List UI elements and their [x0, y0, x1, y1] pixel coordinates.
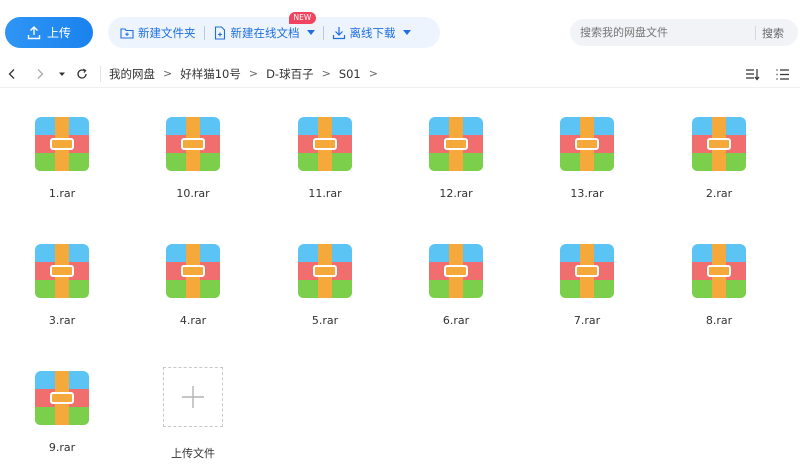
search-button[interactable]: 搜索 — [756, 25, 790, 41]
rar-archive-icon — [560, 244, 614, 298]
history-dropdown-icon[interactable] — [52, 64, 72, 84]
chevron-down-icon — [306, 30, 315, 35]
file-name: 13.rar — [570, 187, 604, 200]
file-name: 6.rar — [442, 314, 470, 327]
file-name: 11.rar — [308, 187, 342, 200]
file-name: 5.rar — [311, 314, 339, 327]
new-folder-icon — [120, 27, 134, 39]
breadcrumb: 我的网盘 > 好样猫10号 > D-球百子 > S01 > — [109, 66, 386, 82]
toolbar: 上传 新建文件夹 新建在线文档 NEW 离线下载 搜索 — [0, 0, 800, 62]
rar-archive-icon — [692, 117, 746, 171]
new-folder-button[interactable]: 新建文件夹 — [120, 17, 196, 48]
rar-archive-icon — [429, 244, 483, 298]
upload-button-label: 上传 — [46, 26, 71, 40]
breadcrumb-item[interactable]: D-球百子 — [266, 66, 314, 82]
rar-archive-icon — [429, 117, 483, 171]
upload-file-label: 上传文件 — [171, 447, 215, 460]
plus-icon — [182, 386, 204, 408]
file-name: 10.rar — [176, 187, 210, 200]
breadcrumb-separator-icon: > — [163, 67, 173, 80]
offline-download-button[interactable]: 离线下载 — [332, 17, 411, 48]
file-item[interactable]: 11.rar — [275, 100, 375, 210]
back-arrow-icon[interactable] — [2, 64, 22, 84]
file-item[interactable]: 6.rar — [406, 227, 506, 337]
file-item[interactable]: 3.rar — [12, 227, 112, 337]
rar-archive-icon — [35, 117, 89, 171]
new-online-doc-label: 新建在线文档 — [230, 25, 300, 40]
new-doc-icon — [214, 25, 225, 40]
divider — [322, 25, 324, 40]
file-item[interactable]: 5.rar — [275, 227, 375, 337]
rar-archive-icon — [35, 371, 89, 425]
rar-archive-icon — [166, 117, 220, 171]
file-item[interactable]: 2.rar — [669, 100, 769, 210]
file-name: 8.rar — [705, 314, 733, 327]
file-name: 9.rar — [48, 441, 76, 454]
file-item[interactable]: 7.rar — [537, 227, 637, 337]
file-item[interactable]: 4.rar — [143, 227, 243, 337]
divider — [203, 25, 205, 40]
chevron-down-icon — [402, 30, 411, 35]
download-icon — [332, 26, 345, 39]
rar-archive-icon — [35, 244, 89, 298]
action-group: 新建文件夹 新建在线文档 NEW 离线下载 — [108, 12, 440, 48]
new-badge: NEW — [288, 12, 317, 24]
upload-button[interactable]: 上传 — [5, 17, 93, 48]
file-item[interactable]: 1.rar — [12, 100, 112, 210]
sort-icon[interactable] — [742, 64, 762, 84]
rar-archive-icon — [298, 117, 352, 171]
file-item[interactable]: 9.rar — [12, 354, 112, 464]
view-tools — [742, 64, 792, 84]
offline-download-label: 离线下载 — [349, 25, 396, 40]
new-folder-label: 新建文件夹 — [138, 25, 196, 40]
breadcrumb-item-current[interactable]: S01 — [339, 67, 361, 81]
upload-file-tile[interactable]: 上传文件 — [143, 354, 243, 464]
navigation-bar: 我的网盘 > 好样猫10号 > D-球百子 > S01 > — [0, 60, 800, 88]
file-name: 1.rar — [48, 187, 76, 200]
file-name: 12.rar — [439, 187, 473, 200]
forward-arrow-icon[interactable] — [30, 64, 50, 84]
divider — [100, 65, 101, 82]
rar-archive-icon — [166, 244, 220, 298]
rar-archive-icon — [560, 117, 614, 171]
breadcrumb-separator-icon: > — [248, 67, 259, 80]
upload-tile[interactable] — [163, 367, 223, 427]
file-name: 4.rar — [179, 314, 207, 327]
breadcrumb-separator-icon: > — [368, 67, 378, 80]
search-box: 搜索 — [570, 19, 798, 46]
list-view-icon[interactable] — [772, 64, 792, 84]
refresh-icon[interactable] — [72, 64, 92, 84]
file-item[interactable]: 10.rar — [143, 100, 243, 210]
file-item[interactable]: 13.rar — [537, 100, 637, 210]
file-item[interactable]: 12.rar — [406, 100, 506, 210]
upload-icon — [27, 25, 41, 39]
breadcrumb-item[interactable]: 我的网盘 — [109, 66, 155, 82]
breadcrumb-separator-icon: > — [321, 67, 331, 80]
file-name: 2.rar — [705, 187, 733, 200]
new-online-doc-button[interactable]: 新建在线文档 NEW — [213, 12, 317, 48]
file-name: 3.rar — [48, 314, 76, 327]
rar-archive-icon — [298, 244, 352, 298]
search-input[interactable] — [570, 26, 755, 39]
rar-archive-icon — [692, 244, 746, 298]
file-item[interactable]: 8.rar — [669, 227, 769, 337]
breadcrumb-item[interactable]: 好样猫10号 — [180, 66, 241, 82]
file-name: 7.rar — [573, 314, 601, 327]
